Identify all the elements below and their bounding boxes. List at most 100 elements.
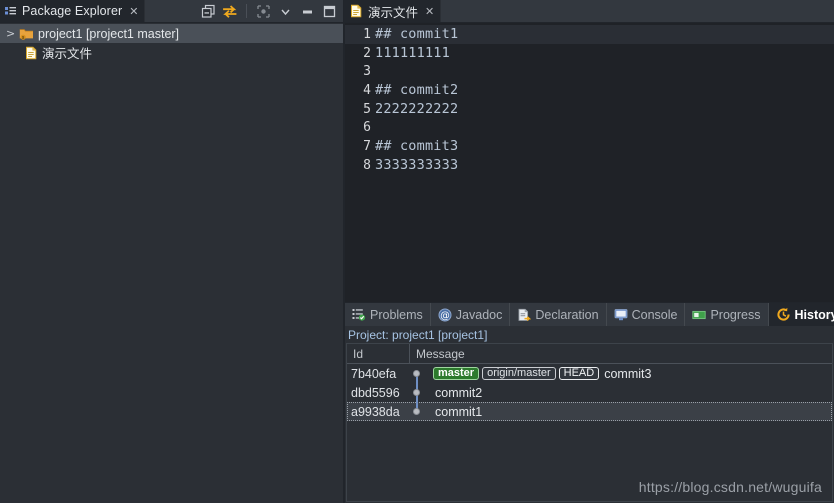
editor-tabbar: 演示文件 ✕	[344, 0, 834, 23]
commit-message-cell: commit2	[433, 386, 832, 400]
tree-item-label: 演示文件	[42, 47, 93, 61]
line-number: 7	[363, 138, 371, 154]
tab-label: Progress	[710, 307, 761, 322]
eclipse-workbench: Package Explorer ✕ > s project1 [project…	[0, 0, 834, 503]
code-line: 1 ## commit1	[345, 25, 834, 44]
line-number: 2	[363, 45, 371, 61]
collapse-all-icon[interactable]	[198, 1, 218, 21]
commit-id: a9938da	[351, 404, 400, 419]
tab-package-explorer[interactable]: Package Explorer ✕	[0, 0, 146, 22]
history-table[interactable]: Id Message 7b40efa master origin/master	[346, 343, 833, 502]
branch-badge-head[interactable]: HEAD	[558, 367, 600, 380]
problems-icon	[352, 308, 366, 321]
code-line: 2 111111111	[345, 44, 834, 63]
history-table-header: Id Message	[347, 344, 832, 364]
commit-id: dbd5596	[351, 385, 400, 400]
tab-label: History	[794, 307, 834, 322]
svg-text:s: s	[22, 35, 25, 41]
package-explorer-toolbar	[198, 0, 343, 22]
tree-item-project1[interactable]: > s project1 [project1 master]	[0, 24, 343, 43]
expand-arrow-icon[interactable]: >	[6, 27, 15, 40]
code-line: 4 ## commit2	[345, 81, 834, 100]
package-explorer-tabbar: Package Explorer ✕	[0, 0, 343, 23]
line-text: 111111111	[375, 45, 450, 62]
tab-progress[interactable]: Progress	[685, 303, 769, 326]
progress-icon	[692, 309, 707, 321]
line-text: 3333333333	[375, 157, 459, 174]
tab-editor-file[interactable]: 演示文件 ✕	[344, 0, 442, 22]
tab-javadoc[interactable]: @ Javadoc	[431, 303, 511, 326]
line-number: 3	[363, 64, 371, 80]
javadoc-at-icon: @	[438, 308, 452, 322]
line-number: 5	[363, 101, 371, 117]
commit-message-cell: commit1	[433, 405, 832, 419]
text-editor[interactable]: 1 ## commit1 2 111111111 3 4 ## commit2 …	[344, 23, 834, 303]
package-explorer-view: Package Explorer ✕ > s project1 [project…	[0, 0, 344, 503]
code-area[interactable]: 1 ## commit1 2 111111111 3 4 ## commit2 …	[345, 23, 834, 302]
tab-label: Declaration	[535, 307, 599, 322]
table-row[interactable]: dbd5596 commit2	[347, 383, 832, 402]
commit-graph-cell	[403, 402, 433, 421]
editor-tab-label: 演示文件	[368, 5, 419, 20]
line-number: 6	[363, 120, 371, 136]
commit-graph-cell	[403, 364, 433, 384]
line-number: 1	[363, 26, 371, 42]
close-icon[interactable]: ✕	[425, 6, 434, 17]
code-line: 7 ## commit3	[345, 137, 834, 156]
tree-item-label: project1 [project1 master]	[38, 26, 180, 41]
line-number: 4	[363, 82, 371, 98]
table-row[interactable]: 7b40efa master origin/master HEAD commit…	[347, 364, 832, 384]
tab-console[interactable]: Console	[607, 303, 686, 326]
commit-graph-cell	[403, 383, 433, 402]
view-menu-chevron-down-icon[interactable]	[275, 1, 295, 21]
line-text: ## commit1	[375, 26, 459, 43]
line-text: ## commit2	[375, 82, 459, 99]
line-number: 8	[363, 157, 371, 173]
branch-badge-master[interactable]: master	[433, 367, 480, 380]
commit-graph-dot	[413, 389, 420, 396]
line-text: 2222222222	[375, 101, 459, 118]
maximize-icon[interactable]	[319, 1, 339, 21]
commit-graph-dot	[413, 370, 420, 377]
package-explorer-icon	[4, 5, 17, 18]
line-text: ## commit3	[375, 138, 459, 155]
code-line: 5 2222222222	[345, 100, 834, 119]
bottom-view-stack: Problems @ Javadoc Declaration Console P…	[344, 303, 834, 503]
tab-label: Javadoc	[455, 307, 503, 322]
tab-label: Console	[631, 307, 678, 322]
link-with-editor-icon[interactable]	[220, 1, 240, 21]
commit-message-cell: master origin/master HEAD commit3	[433, 367, 832, 381]
commit-message: commit2	[435, 385, 483, 400]
editor-and-views-area: 演示文件 ✕ 1 ## commit1 2 111111111 3 4 ## c…	[344, 0, 834, 503]
commit-graph-dot	[413, 408, 420, 415]
declaration-icon	[517, 308, 532, 322]
history-table-body: 7b40efa master origin/master HEAD commit…	[347, 364, 832, 501]
file-icon	[349, 4, 363, 18]
bottom-view-tabbar: Problems @ Javadoc Declaration Console P…	[345, 303, 834, 326]
tab-declaration[interactable]: Declaration	[510, 303, 607, 326]
code-line: 6	[345, 118, 834, 137]
tree-item-file[interactable]: 演示文件	[0, 43, 343, 62]
focus-on-active-task-icon[interactable]	[253, 1, 273, 21]
close-icon[interactable]: ✕	[129, 6, 138, 17]
tab-problems[interactable]: Problems	[345, 303, 431, 326]
package-explorer-tab-label: Package Explorer	[22, 4, 123, 18]
minimize-icon[interactable]	[297, 1, 317, 21]
toolbar-divider	[246, 4, 247, 18]
svg-text:@: @	[440, 310, 450, 321]
branch-badge-origin-master[interactable]: origin/master	[482, 367, 556, 380]
tab-label: Problems	[370, 307, 423, 322]
code-line: 3	[345, 62, 834, 81]
commit-message: commit1	[435, 404, 483, 419]
code-line: 8 3333333333	[345, 156, 834, 175]
column-header-message[interactable]: Message	[410, 344, 832, 363]
tab-history[interactable]: History ✕	[768, 303, 834, 326]
file-icon	[24, 46, 38, 60]
history-project-label: Project: project1 [project1]	[345, 326, 834, 343]
table-row[interactable]: a9938da commit1	[347, 402, 832, 421]
package-explorer-tree[interactable]: > s project1 [project1 master] 演示文件	[0, 23, 343, 503]
column-header-id[interactable]: Id	[347, 344, 410, 363]
commit-message: commit3	[604, 366, 652, 381]
history-icon	[776, 307, 791, 322]
console-icon	[614, 308, 628, 321]
